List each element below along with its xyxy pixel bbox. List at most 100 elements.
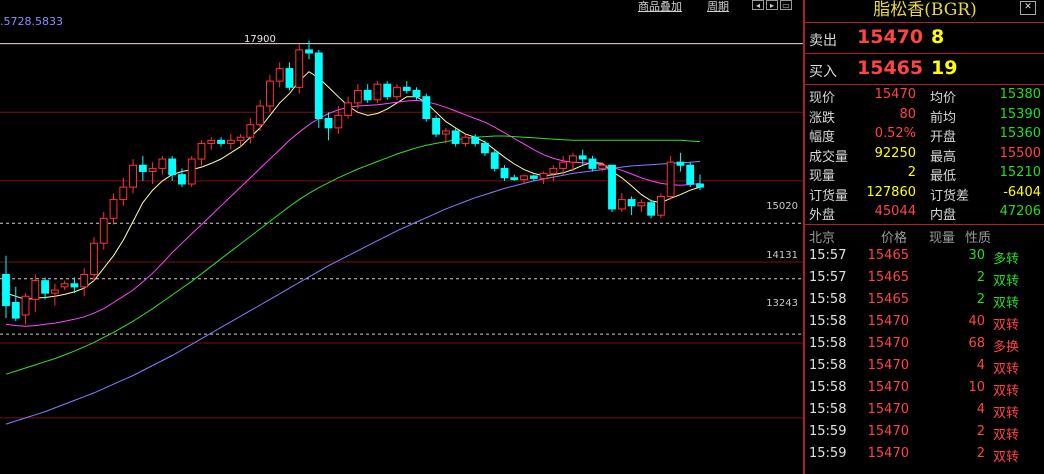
candle-body: [158, 158, 167, 169]
tick-price: 15465: [867, 292, 909, 307]
candle-body: [305, 49, 313, 54]
candle-body: [90, 242, 98, 275]
tick-volume: 4: [976, 402, 985, 417]
stat-label-right: 均价: [930, 91, 957, 106]
tick-row[interactable]: 15:57 15465 30 多转: [805, 245, 1044, 267]
candle-body: [461, 136, 470, 144]
tick-nature: 双转: [993, 274, 1020, 289]
candle-body: [41, 280, 50, 294]
candle-body: [60, 283, 69, 288]
tick-row[interactable]: 15:58 15470 40 双转: [805, 311, 1044, 333]
tick-row[interactable]: 15:58 15465 2 双转: [805, 289, 1044, 311]
stat-value-right: 15210: [999, 165, 1041, 180]
candle-body: [432, 118, 441, 135]
tick-row[interactable]: 15:57 15465 2 双转: [805, 267, 1044, 289]
overlay-commodity-link[interactable]: 商品叠加: [638, 0, 682, 14]
candle-body: [2, 273, 10, 307]
tick-price: 15470: [867, 424, 909, 439]
close-icon[interactable]: ✕: [1020, 1, 1036, 15]
period-link[interactable]: 周期: [707, 0, 729, 14]
candle-body: [109, 199, 118, 219]
prev-icon[interactable]: ◂: [752, 0, 764, 10]
candle-body: [119, 186, 128, 201]
sell-volume: 8: [931, 26, 945, 48]
stat-label-left: 成交量: [809, 149, 849, 165]
candle-body: [402, 86, 411, 91]
candle-body: [344, 102, 353, 116]
stat-label-left: 外盘: [809, 208, 836, 223]
tick-nature: 双转: [993, 296, 1020, 311]
stat-label-right: 订货差: [930, 188, 970, 204]
tick-time: 15:58: [809, 358, 847, 373]
tick-row[interactable]: 15:58 15470 4 双转: [805, 355, 1044, 377]
stat-label-right: 最高: [930, 149, 957, 165]
tick-price: 15470: [867, 314, 909, 329]
candle-body: [422, 96, 431, 119]
stat-row: 现量 2 最低 15210: [805, 164, 1044, 184]
tick-price: 15470: [867, 402, 909, 417]
candle-body: [21, 295, 30, 316]
candle-body: [598, 164, 607, 169]
stat-label-left: 幅度: [809, 130, 836, 145]
tick-row[interactable]: 15:59 15470 2 双转: [805, 421, 1044, 443]
candle-body: [569, 155, 577, 163]
tick-nature: 双转: [993, 384, 1020, 399]
kline-chart[interactable]: [0, 0, 804, 474]
tick-price: 15470: [867, 380, 909, 395]
candle-body: [451, 130, 460, 144]
stat-label-left: 现价: [809, 91, 836, 106]
candle-body: [666, 161, 675, 197]
tick-header-time: 北京: [809, 231, 836, 246]
stat-value-right: 15500: [999, 145, 1041, 161]
candle-body: [265, 80, 274, 107]
tick-row[interactable]: 15:58 15470 10 双转: [805, 377, 1044, 399]
tick-time: 15:57: [809, 248, 847, 263]
tick-nature: 多换: [993, 340, 1020, 355]
candle-body: [197, 142, 206, 160]
tick-nature: 多转: [993, 252, 1020, 267]
stat-value-right: 47206: [999, 204, 1041, 219]
stat-row: 现价 15470 均价 15380: [805, 86, 1044, 106]
tick-time: 15:59: [809, 424, 847, 439]
candle-body: [99, 217, 108, 244]
tick-price: 15465: [867, 248, 909, 263]
buy-quote: 买入 15465 19: [805, 54, 1044, 84]
tick-row[interactable]: 15:59 15470 2 双转: [805, 443, 1044, 465]
ma-line-ma20: [5, 135, 701, 375]
candle-body: [627, 199, 636, 207]
tick-header-volume: 现量: [929, 231, 956, 246]
window-icon[interactable]: ▭: [780, 0, 792, 10]
tick-volume: 68: [968, 336, 985, 351]
stat-value-right: -6404: [1003, 184, 1041, 200]
tick-time: 15:58: [809, 402, 847, 417]
tick-volume: 2: [976, 424, 985, 439]
stat-value-left: 0.52%: [874, 126, 916, 141]
stat-value-right: 15390: [999, 106, 1041, 122]
candle-body: [295, 49, 304, 88]
tick-header: 北京 价格 现量 性质: [805, 226, 1044, 246]
stat-row: 涨跌 80 前均 15390: [805, 106, 1044, 126]
candle-body: [285, 68, 294, 88]
candle-body: [207, 139, 216, 144]
candle-body: [314, 52, 323, 119]
tick-price: 15470: [867, 336, 909, 351]
tick-row[interactable]: 15:58 15470 4 双转: [805, 399, 1044, 421]
candle-body: [490, 152, 499, 169]
candle-body: [236, 136, 245, 141]
candle-body: [256, 105, 265, 126]
tick-row[interactable]: 15:58 15470 68 多换: [805, 333, 1044, 355]
stat-value-left: 15470: [874, 87, 916, 102]
divider: [805, 84, 1044, 85]
price-level-label: 14131: [766, 250, 798, 261]
next-icon[interactable]: ▸: [766, 0, 778, 10]
candle-body: [11, 301, 20, 319]
kline-chart-area[interactable]: 商品叠加 周期 ◂ ▸ ▭ .5728.5833 17900 15020 141…: [0, 0, 804, 474]
tick-volume: 2: [976, 270, 985, 285]
candle-body: [676, 161, 685, 166]
chart-toolbar: 商品叠加 周期 ◂ ▸ ▭: [0, 0, 804, 14]
stat-value-left: 92250: [874, 145, 916, 161]
candle-body: [80, 273, 89, 288]
tick-nature: 双转: [993, 362, 1020, 377]
tick-volume: 40: [968, 314, 985, 329]
tick-price: 15470: [867, 358, 909, 373]
